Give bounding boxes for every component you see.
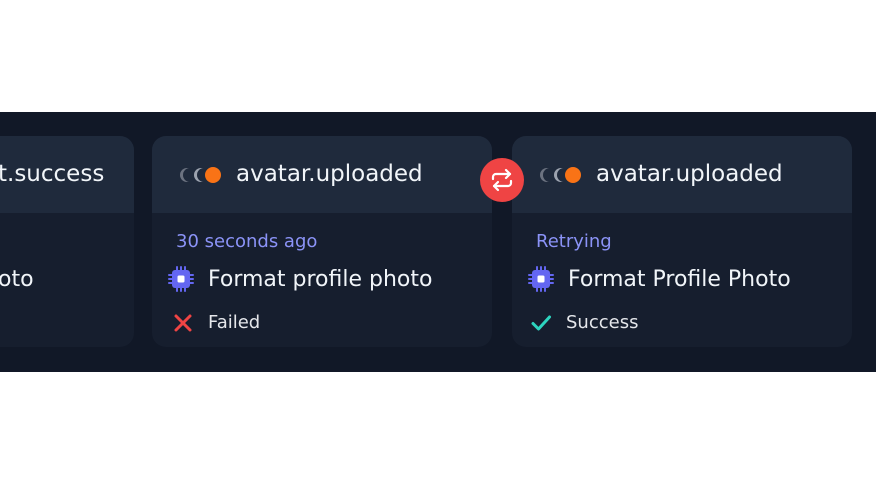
cpu-chip-icon xyxy=(168,266,194,292)
moon-dots-icon xyxy=(540,167,581,183)
time-label: Retrying xyxy=(536,231,612,252)
status-text: Success xyxy=(566,312,639,333)
run-carousel: t.success oto avatar.uploaded 30 seconds… xyxy=(0,112,876,372)
run-card[interactable]: t.success oto xyxy=(0,136,134,347)
task-name: Format profile photo xyxy=(208,267,433,292)
retry-arrows-icon xyxy=(491,168,513,192)
retry-badge[interactable] xyxy=(480,158,524,202)
check-icon xyxy=(531,315,551,331)
run-card-header: avatar.uploaded xyxy=(152,136,492,213)
event-name: avatar.uploaded xyxy=(596,161,783,187)
x-icon xyxy=(174,314,192,332)
run-card-header: t.success xyxy=(0,136,134,213)
task-name: Format Profile Photo xyxy=(568,267,791,292)
run-card[interactable]: avatar.uploaded Retrying Format Profile … xyxy=(512,136,852,347)
event-name: avatar.uploaded xyxy=(236,161,423,187)
cpu-chip-icon xyxy=(528,266,554,292)
run-card[interactable]: avatar.uploaded 30 seconds ago Format pr… xyxy=(152,136,492,347)
event-name: t.success xyxy=(0,161,105,187)
task-name: oto xyxy=(0,267,34,292)
run-card-header: avatar.uploaded xyxy=(512,136,852,213)
status-text: Failed xyxy=(208,312,261,333)
moon-dots-icon xyxy=(180,167,221,183)
time-label: 30 seconds ago xyxy=(176,231,318,252)
